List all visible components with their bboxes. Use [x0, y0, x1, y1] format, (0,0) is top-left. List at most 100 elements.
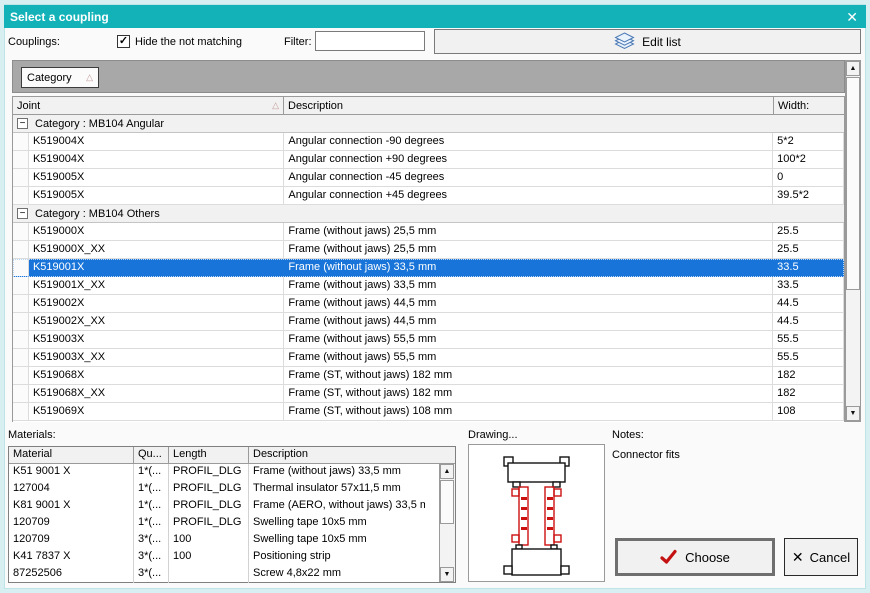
- table-row[interactable]: K519002X_XXFrame (without jaws) 44,5 mm4…: [13, 313, 844, 331]
- table-row[interactable]: K519000X_XXFrame (without jaws) 25,5 mm2…: [13, 241, 844, 259]
- column-header-width[interactable]: Width:: [774, 96, 845, 115]
- cancel-button[interactable]: ✕ Cancel: [784, 538, 858, 576]
- table-row[interactable]: K519004XAngular connection +90 degrees10…: [13, 151, 844, 169]
- table-row[interactable]: K519005XAngular connection -45 degrees0: [13, 169, 844, 187]
- material-cell: 120709: [9, 515, 134, 532]
- sort-ascending-icon: △: [272, 100, 279, 111]
- row-indent: [13, 403, 29, 421]
- x-icon: ✕: [792, 549, 804, 566]
- materials-header-description[interactable]: Description: [249, 447, 455, 464]
- width-cell: 33.5: [773, 277, 844, 295]
- material-row[interactable]: K41 7837 X3*(...100Positioning strip: [9, 549, 455, 566]
- row-indent: [13, 241, 29, 259]
- material-cell: 100: [169, 532, 249, 549]
- choose-button[interactable]: Choose: [615, 538, 775, 576]
- hide-not-matching-checkbox[interactable]: ✓: [117, 35, 130, 48]
- materials-rows: K51 9001 X1*(...PROFIL_DLGFrame (without…: [9, 464, 455, 583]
- row-indent: [13, 367, 29, 385]
- table-row[interactable]: K519068XFrame (ST, without jaws) 182 mm1…: [13, 367, 844, 385]
- materials-header-length[interactable]: Length: [169, 447, 249, 464]
- table-row[interactable]: K519000XFrame (without jaws) 25,5 mm25.5: [13, 223, 844, 241]
- row-indent: [13, 169, 29, 187]
- materials-header-row: Material Qu... Length Description: [9, 447, 455, 464]
- table-row[interactable]: K519003X_XXFrame (without jaws) 55,5 mm5…: [13, 349, 844, 367]
- collapse-icon[interactable]: −: [17, 118, 28, 129]
- description-cell: Angular connection -90 degrees: [284, 133, 773, 151]
- material-cell: 1*(...: [134, 464, 169, 481]
- material-row[interactable]: 1207093*(...100Swelling tape 10x5 mm: [9, 532, 455, 549]
- materials-label: Materials:: [8, 429, 56, 441]
- row-indent: [13, 277, 29, 295]
- close-icon[interactable]: ✕: [846, 10, 858, 24]
- group-label: Category : MB104 Others: [35, 208, 160, 220]
- group-row[interactable]: −Category : MB104 Others: [13, 205, 844, 223]
- materials-header-material[interactable]: Material: [9, 447, 134, 464]
- joint-cell: K519005X: [29, 187, 284, 205]
- group-row[interactable]: −Category : MB104 Angular: [13, 115, 844, 133]
- drawing-panel: [468, 444, 605, 582]
- material-row[interactable]: 1207091*(...PROFIL_DLGSwelling tape 10x5…: [9, 515, 455, 532]
- width-cell: 39.5*2: [773, 187, 844, 205]
- table-row[interactable]: K519004XAngular connection -90 degrees5*…: [13, 133, 844, 151]
- sort-ascending-icon: △: [86, 72, 93, 83]
- table-row[interactable]: K519069XFrame (ST, without jaws) 108 mm1…: [13, 403, 844, 421]
- edit-list-button[interactable]: Edit list: [434, 29, 861, 54]
- description-cell: Frame (ST, without jaws) 108 mm: [284, 403, 773, 421]
- material-cell: PROFIL_DLG: [169, 464, 249, 481]
- materials-vertical-scrollbar[interactable]: ▲ ▼: [439, 464, 455, 582]
- scroll-down-icon[interactable]: ▼: [440, 567, 454, 582]
- material-row[interactable]: 872525063*(...Screw 4,8x22 mm: [9, 566, 455, 583]
- column-header-description[interactable]: Description: [284, 96, 774, 115]
- material-cell: PROFIL_DLG: [169, 515, 249, 532]
- scrollbar-thumb[interactable]: [846, 77, 860, 290]
- width-cell: 55.5: [773, 349, 844, 367]
- material-row[interactable]: 1270041*(...PROFIL_DLGThermal insulator …: [9, 481, 455, 498]
- joint-cell: K519068X_XX: [29, 385, 284, 403]
- material-row[interactable]: K81 9001 X1*(...PROFIL_DLGFrame (AERO, w…: [9, 498, 455, 515]
- description-cell: Frame (without jaws) 55,5 mm: [284, 349, 773, 367]
- material-cell: Screw 4,8x22 mm: [249, 566, 425, 583]
- width-cell: 182: [773, 385, 844, 403]
- width-cell: 100*2: [773, 151, 844, 169]
- width-cell: 25.5: [773, 223, 844, 241]
- cancel-label: Cancel: [810, 550, 850, 565]
- column-header-joint[interactable]: Joint △: [12, 96, 284, 115]
- collapse-icon[interactable]: −: [17, 208, 28, 219]
- group-by-category-button[interactable]: Category △: [21, 67, 99, 88]
- title-bar[interactable]: Select a coupling ✕: [4, 5, 866, 28]
- row-indent: [13, 331, 29, 349]
- joint-cell: K519000X_XX: [29, 241, 284, 259]
- material-cell: 3*(...: [134, 566, 169, 583]
- material-cell: K41 7837 X: [9, 549, 134, 566]
- joint-cell: K519069X: [29, 403, 284, 421]
- filter-label: Filter:: [284, 36, 312, 48]
- material-cell: [169, 566, 249, 583]
- filter-input[interactable]: [315, 31, 425, 51]
- material-row[interactable]: K51 9001 X1*(...PROFIL_DLGFrame (without…: [9, 464, 455, 481]
- width-cell: 33.5: [773, 259, 844, 277]
- material-cell: Swelling tape 10x5 mm: [249, 532, 425, 549]
- scroll-up-icon[interactable]: ▲: [440, 464, 454, 479]
- material-cell: 1*(...: [134, 515, 169, 532]
- scrollbar-thumb[interactable]: [440, 480, 454, 524]
- joint-cell: K519004X: [29, 151, 284, 169]
- materials-table: Material Qu... Length Description K51 90…: [8, 446, 456, 583]
- scroll-up-icon[interactable]: ▲: [846, 61, 860, 76]
- width-cell: 55.5: [773, 331, 844, 349]
- row-indent: [13, 223, 29, 241]
- table-row[interactable]: K519001X_XXFrame (without jaws) 33,5 mm3…: [13, 277, 844, 295]
- table-row[interactable]: K519005XAngular connection +45 degrees39…: [13, 187, 844, 205]
- material-cell: Frame (AERO, without jaws) 33,5 mm: [249, 498, 425, 515]
- grid-vertical-scrollbar[interactable]: ▲ ▼: [845, 60, 861, 422]
- table-row[interactable]: K519001XFrame (without jaws) 33,5 mm33.5: [13, 259, 844, 277]
- table-row[interactable]: K519002XFrame (without jaws) 44,5 mm44.5: [13, 295, 844, 313]
- table-row[interactable]: K519003XFrame (without jaws) 55,5 mm55.5: [13, 331, 844, 349]
- material-cell: Swelling tape 10x5 mm: [249, 515, 425, 532]
- row-indent: [13, 151, 29, 169]
- width-cell: 0: [773, 169, 844, 187]
- description-cell: Frame (without jaws) 33,5 mm: [284, 277, 773, 295]
- scroll-down-icon[interactable]: ▼: [846, 406, 860, 421]
- hide-not-matching-label[interactable]: Hide the not matching: [135, 36, 242, 48]
- table-row[interactable]: K519068X_XXFrame (ST, without jaws) 182 …: [13, 385, 844, 403]
- materials-header-quantity[interactable]: Qu...: [134, 447, 169, 464]
